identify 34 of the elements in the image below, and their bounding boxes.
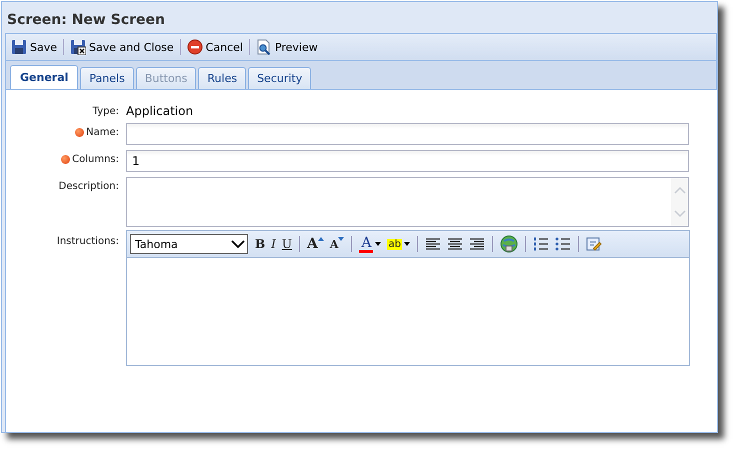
globe-button[interactable] (498, 234, 520, 254)
toolbar-button[interactable]: Save and Close (68, 37, 176, 57)
toolbar-button[interactable]: Preview (254, 37, 320, 57)
italic-button[interactable]: I (269, 234, 278, 254)
tab[interactable]: Security (248, 67, 312, 89)
tab[interactable]: Panels (80, 67, 134, 89)
down-triangle-icon (338, 237, 344, 241)
caret-icon (375, 242, 382, 246)
chevron-down-icon (231, 239, 245, 249)
caret-icon (404, 242, 410, 246)
field-label: Instructions: (56, 235, 119, 247)
highlight-button[interactable]: ab (385, 234, 412, 254)
window-title: Screen: New Screen (6, 11, 166, 30)
bold-button[interactable]: B (253, 234, 268, 254)
font-color-button[interactable]: A (357, 234, 384, 254)
toolbar-button[interactable]: Save (9, 37, 60, 57)
tab[interactable]: General (10, 65, 78, 89)
tab[interactable]: Rules (198, 67, 246, 89)
cancel-icon (186, 39, 203, 55)
field-label: Type: (92, 105, 119, 117)
shrink-font-button[interactable]: A (328, 234, 346, 254)
description-field[interactable] (126, 177, 689, 227)
type-value: Application (126, 103, 194, 118)
preview-icon (256, 39, 272, 55)
up-triangle-icon (318, 237, 324, 241)
input-field[interactable]: 1 (126, 150, 689, 172)
field-label: Description: (58, 181, 119, 192)
field-label: Name: (86, 127, 119, 138)
underline-button[interactable]: U (280, 234, 294, 254)
input-field[interactable] (126, 123, 689, 145)
field-label: Columns: (72, 154, 119, 165)
grow-font-button[interactable]: A (305, 234, 326, 254)
toolbar-button[interactable]: Cancel (184, 37, 245, 57)
font-dropdown[interactable]: Tahoma (130, 234, 248, 254)
